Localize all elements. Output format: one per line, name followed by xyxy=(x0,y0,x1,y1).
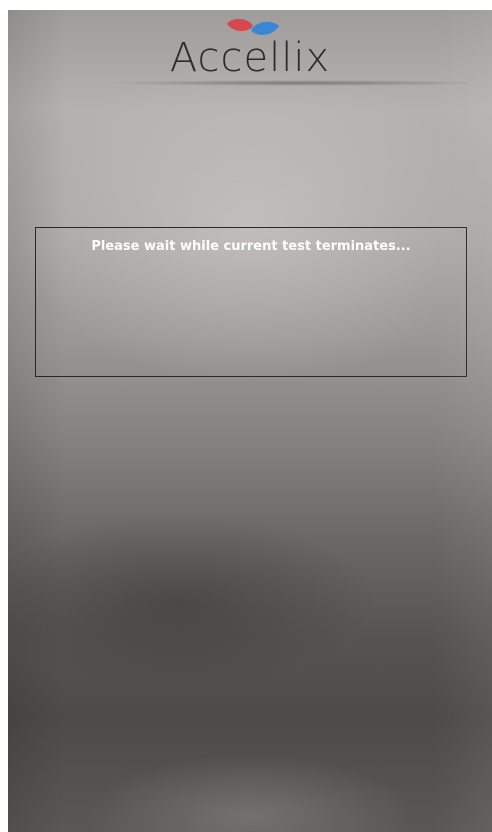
brand-name: Accellix xyxy=(169,35,331,81)
status-message-box: Please wait while current test terminate… xyxy=(35,227,467,377)
brand-logo: Accellix xyxy=(8,10,492,90)
logo-underline xyxy=(88,80,468,86)
app-screen: Accellix Please wait while current test … xyxy=(8,10,492,832)
status-message: Please wait while current test terminate… xyxy=(91,239,411,254)
